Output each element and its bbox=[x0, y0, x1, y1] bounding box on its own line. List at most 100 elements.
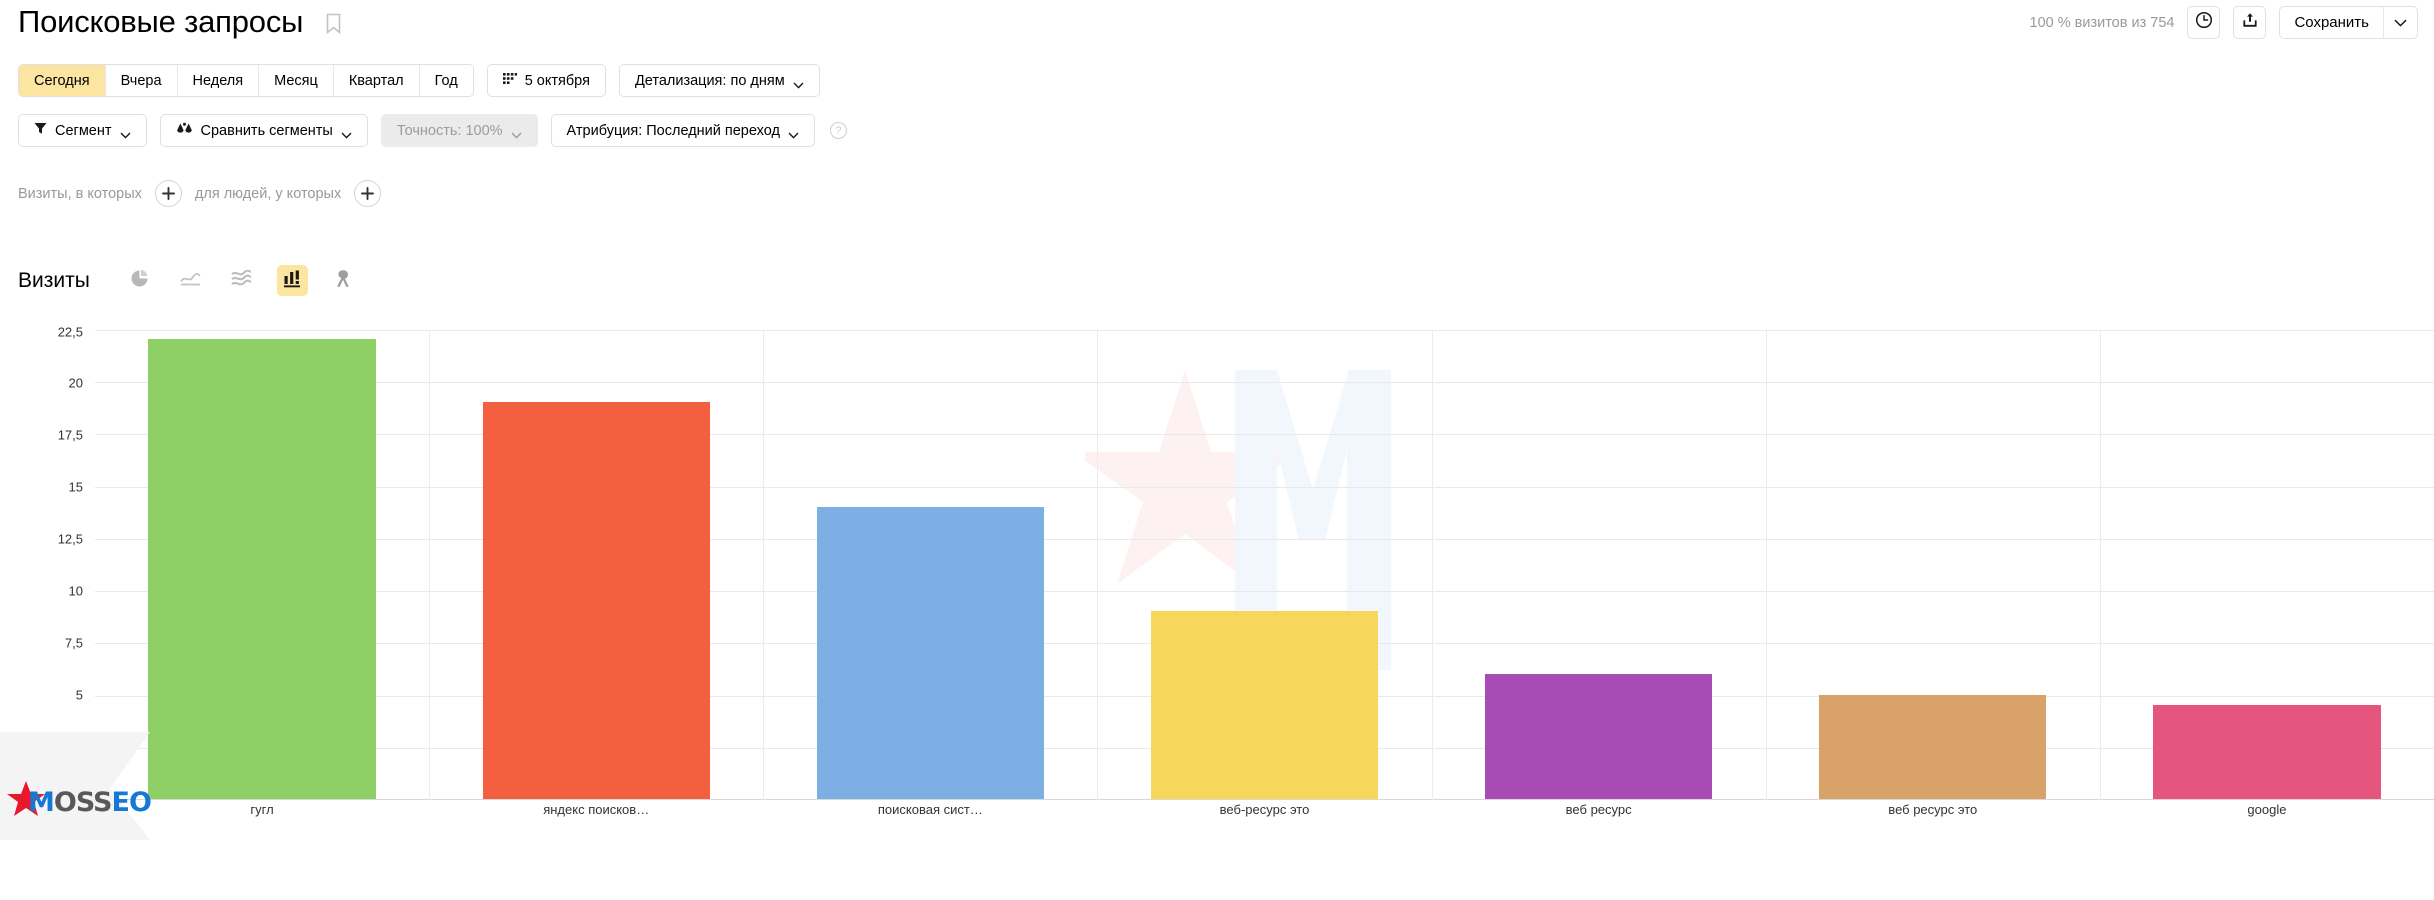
gridline-horizontal bbox=[95, 591, 2434, 593]
y-tick-label: 5 bbox=[75, 687, 83, 703]
visits-filter-label: Визиты, в которых bbox=[18, 185, 142, 202]
gridline-horizontal bbox=[95, 538, 2434, 540]
chart-type-map-button[interactable] bbox=[328, 265, 359, 296]
period-toolbar: Сегодня Вчера Неделя Месяц Квартал Год 5… bbox=[18, 64, 820, 97]
save-dropdown-button[interactable] bbox=[2383, 7, 2417, 38]
detail-select-button[interactable]: Детализация: по дням bbox=[618, 64, 820, 97]
calendar-grid-icon bbox=[502, 72, 517, 90]
chart-bar[interactable] bbox=[482, 402, 710, 799]
add-people-filter-button[interactable] bbox=[354, 180, 382, 207]
share-icon bbox=[2241, 11, 2259, 34]
gridline-vertical bbox=[1765, 330, 1767, 800]
y-tick-label: 12,5 bbox=[57, 531, 83, 547]
chart-bar[interactable] bbox=[1150, 611, 1379, 799]
x-tick-label: гугл bbox=[250, 802, 274, 817]
y-axis: 22,5 20 17,5 15 12,5 10 7,5 5 2,5 bbox=[0, 320, 95, 798]
segment-button[interactable]: Сегмент bbox=[18, 114, 147, 147]
chart-type-area-button[interactable] bbox=[226, 265, 257, 296]
segment-button-label: Сегмент bbox=[55, 122, 112, 139]
chevron-down-icon bbox=[341, 127, 352, 139]
funnel-icon bbox=[34, 122, 47, 139]
x-tick-label: яндекс поисков… bbox=[543, 802, 650, 817]
save-button-group: Сохранить bbox=[2279, 6, 2418, 39]
gridline-vertical bbox=[1097, 330, 1099, 800]
share-button[interactable] bbox=[2233, 6, 2267, 39]
detail-select-label: Детализация: по дням bbox=[634, 72, 785, 89]
y-tick-label: 17,5 bbox=[57, 427, 83, 443]
header-actions: 100 % визитов из 754 Сохранить bbox=[2030, 6, 2418, 39]
y-tick-label: 22,5 bbox=[57, 324, 83, 340]
chart-bar[interactable] bbox=[1819, 694, 2047, 799]
accuracy-label: Точность: 100% bbox=[396, 122, 503, 139]
y-tick-label: 20 bbox=[68, 375, 83, 391]
period-tab-today[interactable]: Сегодня bbox=[19, 65, 106, 96]
chart-type-pie-button[interactable] bbox=[124, 265, 155, 296]
gridline-horizontal bbox=[95, 486, 2434, 488]
period-tabs: Сегодня Вчера Неделя Месяц Квартал Год bbox=[18, 64, 474, 97]
chart-type-line-button[interactable] bbox=[175, 265, 206, 296]
pie-chart-icon bbox=[130, 269, 149, 293]
period-tab-year[interactable]: Год bbox=[419, 65, 473, 96]
chart-bar[interactable] bbox=[148, 339, 376, 799]
metric-toolbar: Визиты bbox=[18, 265, 379, 296]
x-axis-line bbox=[95, 799, 2434, 800]
compare-segments-label: Сравнить сегменты bbox=[200, 122, 333, 139]
gridline-vertical bbox=[763, 330, 765, 800]
chevron-down-icon bbox=[2394, 14, 2407, 32]
area-chart-icon bbox=[231, 269, 252, 292]
page-header: Поисковые запросы 100 % визитов из 754 С… bbox=[0, 0, 2434, 56]
y-tick-label: 15 bbox=[68, 479, 83, 495]
x-tick-label: веб ресурс bbox=[1565, 802, 1632, 817]
history-button[interactable] bbox=[2187, 6, 2221, 39]
x-tick-label: google bbox=[2247, 802, 2287, 817]
plot-area bbox=[95, 330, 2434, 800]
compare-segments-button[interactable]: Сравнить сегменты bbox=[159, 114, 368, 147]
chevron-down-icon bbox=[793, 77, 804, 89]
help-icon[interactable]: ? bbox=[829, 122, 847, 139]
filter-toolbar: Визиты, в которых для людей, у которых bbox=[18, 180, 382, 207]
chevron-down-icon bbox=[120, 127, 131, 139]
map-chart-icon bbox=[334, 269, 352, 293]
plus-icon bbox=[361, 185, 375, 203]
bookmark-icon[interactable] bbox=[326, 13, 341, 35]
period-tab-week[interactable]: Неделя bbox=[177, 65, 260, 96]
save-button[interactable]: Сохранить bbox=[2280, 7, 2383, 38]
chart-type-bar-button[interactable] bbox=[276, 265, 308, 296]
period-tab-month[interactable]: Месяц bbox=[259, 65, 334, 96]
gridline-vertical bbox=[1431, 330, 1433, 800]
attribution-button[interactable]: Атрибуция: Последний переход bbox=[550, 114, 815, 147]
x-tick-label: поисковая сист… bbox=[877, 802, 983, 817]
gridline-horizontal bbox=[95, 434, 2434, 436]
period-tab-yesterday[interactable]: Вчера bbox=[105, 65, 178, 96]
chart-bar[interactable] bbox=[1485, 673, 1713, 799]
gridline-vertical bbox=[429, 330, 431, 800]
chart-bar[interactable] bbox=[2153, 705, 2381, 799]
line-chart-icon bbox=[180, 271, 201, 291]
chart-bar[interactable] bbox=[816, 506, 1044, 799]
date-picker-button[interactable]: 5 октября bbox=[486, 64, 606, 97]
accuracy-button[interactable]: Точность: 100% bbox=[380, 114, 538, 147]
chevron-down-icon bbox=[788, 127, 799, 139]
add-visit-filter-button[interactable] bbox=[154, 180, 182, 207]
report-page: Поисковые запросы 100 % визитов из 754 С… bbox=[0, 0, 2434, 900]
x-tick-label: веб ресурс это bbox=[1888, 802, 1978, 817]
y-tick-label: 7,5 bbox=[64, 635, 83, 651]
bar-chart-icon bbox=[283, 269, 302, 293]
gridline-horizontal bbox=[95, 382, 2434, 384]
segment-toolbar: Сегмент Сравнить сегменты Точность: 100% bbox=[18, 114, 847, 147]
gridline-horizontal bbox=[95, 330, 2434, 331]
chevron-down-icon bbox=[511, 127, 522, 139]
y-tick-label: 2,5 bbox=[64, 739, 83, 755]
attribution-label: Атрибуция: Последний переход bbox=[566, 122, 780, 139]
people-filter-label: для людей, у которых bbox=[194, 185, 342, 202]
visits-summary: 100 % визитов из 754 bbox=[2029, 14, 2175, 31]
chart-container: 22,5 20 17,5 15 12,5 10 7,5 5 2,5 MOSSEO… bbox=[0, 320, 2434, 840]
scales-icon bbox=[176, 122, 193, 140]
metric-name: Визиты bbox=[18, 268, 90, 292]
date-picker-label: 5 октября bbox=[524, 72, 590, 89]
gridline-vertical bbox=[2099, 330, 2101, 800]
period-tab-quarter[interactable]: Квартал bbox=[333, 65, 420, 96]
clock-icon bbox=[2195, 11, 2213, 34]
page-title: Поисковые запросы bbox=[18, 4, 304, 39]
plus-icon bbox=[161, 185, 175, 203]
